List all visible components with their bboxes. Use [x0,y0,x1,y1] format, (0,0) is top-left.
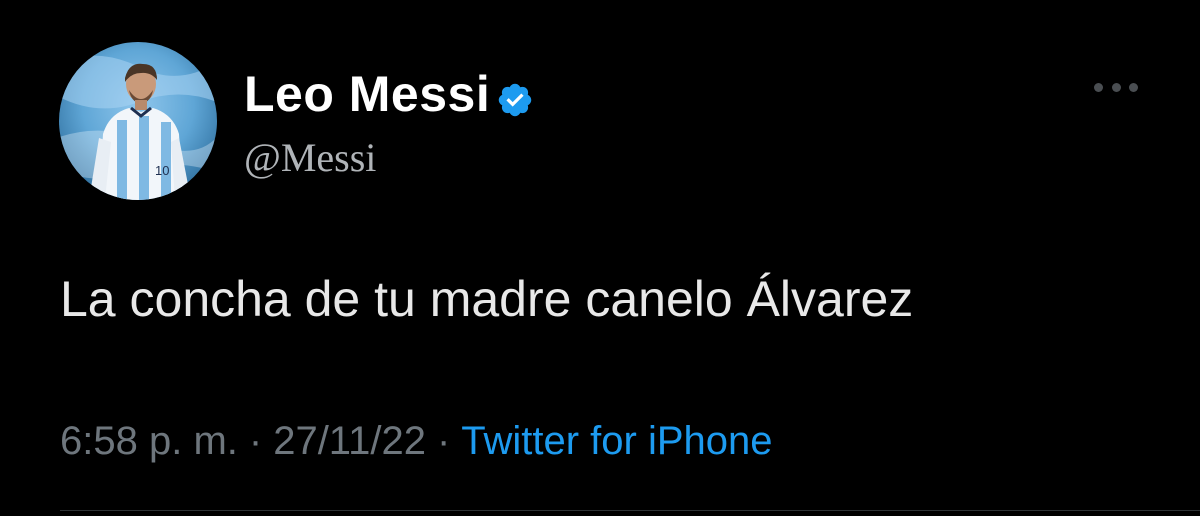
author-handle[interactable]: @Messi [244,134,376,181]
tweet-text: La concha de tu madre canelo Álvarez [60,271,914,327]
avatar-photo-icon: 10 [59,55,217,200]
more-options-icon[interactable] [1094,80,1138,94]
meta-separator: · [436,419,451,463]
meta-separator: · [248,419,263,463]
verified-badge-icon [499,83,532,117]
tweet-date[interactable]: 27/11/22 [273,419,426,464]
svg-text:10: 10 [155,163,169,178]
tweet-time[interactable]: 6:58 p. m. [60,419,238,464]
tweet-source-link[interactable]: Twitter for iPhone [461,419,772,464]
more-dot [1111,82,1121,92]
author-name-row: Leo Messi [244,62,534,126]
bottom-divider [60,510,1200,511]
author-display-name[interactable]: Leo Messi [244,65,490,123]
tweet-meta: 6:58 p. m. · 27/11/22 · Twitter for iPho… [60,419,773,464]
more-dot [1129,82,1138,92]
more-dot [1094,82,1103,92]
tweet-card: 10 Leo Messi @Messi La concha de tu madr… [0,0,1200,516]
author-avatar[interactable]: 10 [59,42,217,200]
